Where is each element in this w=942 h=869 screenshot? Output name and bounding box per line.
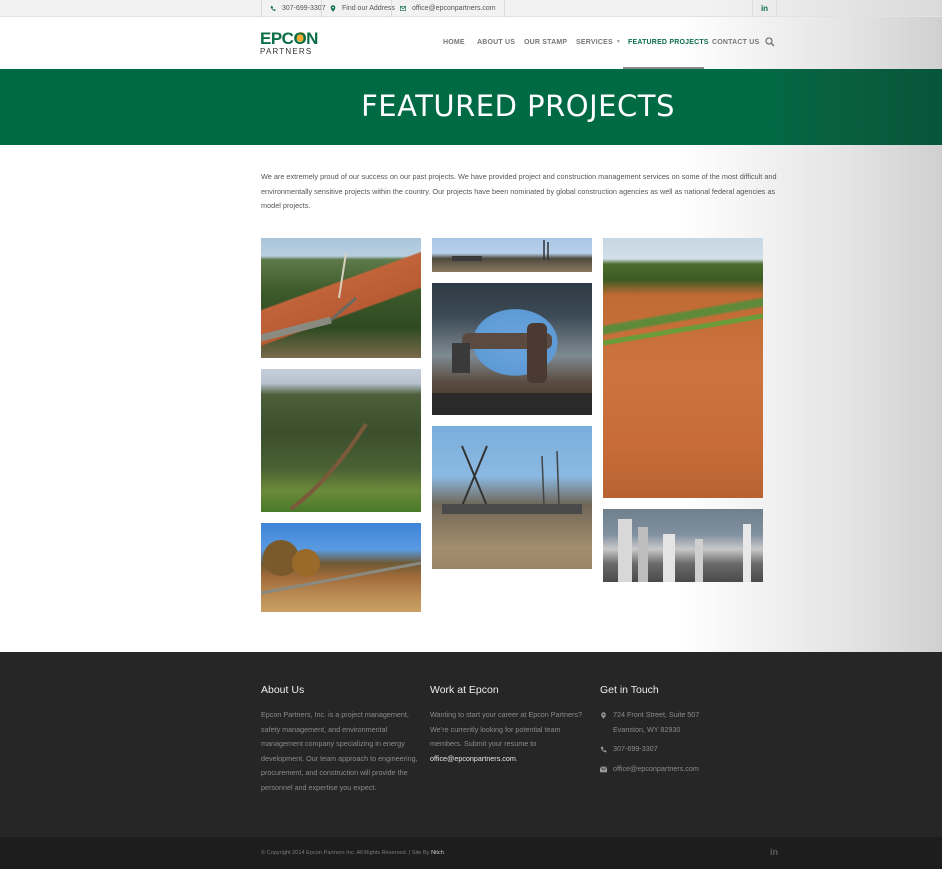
footer-address-line1: 724 Front Street, Suite 507 [613, 710, 700, 719]
footer-address-line2: Evanston, WY 82930 [613, 724, 681, 734]
footer-address: 724 Front Street, Suite 507 Evanston, WY… [600, 708, 770, 737]
linkedin-icon[interactable]: in [752, 0, 777, 17]
search-icon[interactable] [765, 37, 775, 47]
footer-work-heading: Work at Epcon [430, 684, 499, 696]
project-photo-forest-aerial[interactable] [261, 369, 421, 512]
nav-about-us[interactable]: ABOUT US [477, 39, 515, 46]
main-nav: HOME ABOUT US OUR STAMP SERVICES ▼ FEATUR… [0, 17, 942, 69]
envelope-icon [400, 6, 406, 11]
footer-work: Work at Epcon Wanting to start your care… [430, 684, 592, 766]
topbar-address-text: Find our Address [342, 5, 395, 12]
valve-station-drawing [432, 323, 592, 415]
footer-phone[interactable]: 307-699-3307 [600, 742, 770, 757]
phone-icon [600, 746, 607, 753]
construction-cranes-drawing [442, 445, 582, 514]
nav-home[interactable]: HOME [443, 39, 465, 46]
project-photo-autumn-row[interactable] [261, 523, 421, 612]
footer-linkedin-icon[interactable]: in [770, 847, 778, 857]
footer-about-text: Epcon Partners, Inc. is a project manage… [261, 710, 418, 792]
map-marker-icon [601, 712, 606, 719]
copyright-notice: © Copyright 2014 Epcon Partners Inc. All… [261, 850, 430, 856]
project-photo-valve-station[interactable] [432, 283, 592, 415]
nav-services-label: SERVICES [576, 39, 613, 46]
site-credit-link[interactable]: Nitch [431, 850, 444, 856]
site-header: EPCON PARTNERS HOME ABOUT US OUR STAMP S… [0, 17, 942, 69]
chevron-down-icon: ▼ [615, 39, 622, 45]
intro-paragraph: We are extremely proud of our success on… [261, 172, 777, 210]
footer-work-end: . [515, 753, 518, 763]
footer-work-body: Wanting to start your career at Epcon Pa… [430, 710, 582, 748]
nav-services[interactable]: SERVICES ▼ [576, 39, 621, 46]
topbar-email-text: office@epconpartners.com [412, 5, 496, 12]
nav-contact-us[interactable]: CONTACT US [712, 39, 759, 46]
project-photo-green-pipeline[interactable] [603, 238, 763, 498]
project-photo-construction-cranes[interactable] [432, 426, 592, 569]
plant-panorama-drawing [452, 240, 549, 261]
top-bar: 307-699-3307 Find our Address office@epc… [0, 0, 942, 17]
footer-about: About Us Epcon Partners, Inc. is a proje… [261, 684, 421, 795]
footer-email[interactable]: office@epconpartners.com [600, 762, 770, 777]
topbar-phone-text: 307-699-3307 [282, 5, 326, 12]
topbar-email[interactable]: office@epconpartners.com [391, 0, 505, 17]
map-marker-icon [330, 5, 336, 12]
copyright-bar: © Copyright 2014 Epcon Partners Inc. All… [0, 837, 942, 869]
page-title: FEATURED PROJECTS [361, 89, 675, 123]
nav-featured-projects[interactable]: FEATURED PROJECTS [628, 39, 709, 46]
footer-work-email-link[interactable]: office@epconpartners.com [430, 754, 516, 763]
copyright-text: © Copyright 2014 Epcon Partners Inc. All… [261, 850, 444, 856]
autumn-row-drawing [261, 540, 421, 595]
green-pipeline-drawing [603, 313, 763, 346]
footer-address-lines: 724 Front Street, Suite 507 Evanston, WY… [613, 708, 699, 737]
footer-contact-heading: Get in Touch [600, 684, 659, 696]
refinery-drawing [618, 519, 751, 582]
pipeline-ridge-drawing [261, 252, 357, 342]
footer-work-text: Wanting to start your career at Epcon Pa… [430, 708, 592, 766]
project-photo-plant-panorama[interactable] [432, 238, 592, 272]
project-photo-refinery[interactable] [603, 509, 763, 582]
project-photo-pipeline-ridge[interactable] [261, 238, 421, 358]
site-footer: About Us Epcon Partners, Inc. is a proje… [0, 652, 942, 837]
envelope-icon [600, 765, 607, 772]
nav-our-stamp[interactable]: OUR STAMP [524, 39, 567, 46]
footer-contact: Get in Touch 724 Front Street, Suite 507… [600, 684, 770, 781]
footer-email-text: office@epconpartners.com [613, 763, 699, 773]
footer-about-heading: About Us [261, 684, 305, 696]
page-banner: FEATURED PROJECTS [0, 69, 942, 145]
forest-aerial-drawing [289, 422, 368, 511]
phone-icon [270, 6, 276, 11]
footer-phone-text: 307-699-3307 [613, 744, 658, 753]
